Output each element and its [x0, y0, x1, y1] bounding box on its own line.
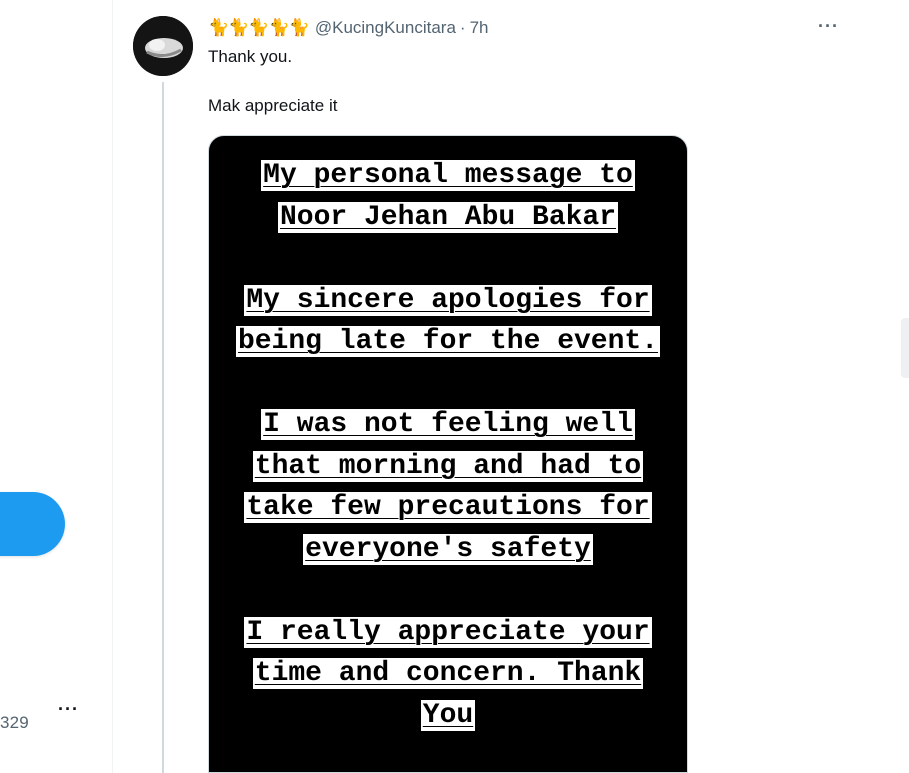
- image-text-block: My personal message to Noor Jehan Abu Ba…: [209, 155, 687, 736]
- image-text-line: I really appreciate your: [244, 616, 652, 648]
- right-column-edge: [862, 0, 909, 773]
- image-text-line: Noor Jehan Abu Bakar: [277, 201, 619, 233]
- image-text-line: take few precautions for: [244, 492, 652, 523]
- image-line-gap: [209, 363, 687, 405]
- image-text-line: everyone's safety: [303, 533, 593, 565]
- image-text-line: being late for the event.: [235, 326, 661, 357]
- user-handle[interactable]: @KucingKuncitara: [315, 18, 456, 38]
- scroll-marker: [901, 318, 909, 378]
- more-options-icon[interactable]: ···: [818, 16, 839, 37]
- image-text-line: You: [420, 699, 476, 731]
- image-text-line: My sincere apologies for: [244, 284, 652, 316]
- image-text-line: I was not feeling well: [261, 409, 635, 440]
- thread-line: [162, 82, 164, 773]
- avatar[interactable]: [133, 16, 193, 76]
- image-text-line: that morning and had to: [252, 450, 644, 482]
- image-text-line: time and concern. Thank: [252, 658, 644, 689]
- tweet-button[interactable]: [0, 492, 65, 556]
- tweet-text-line-1: Thank you.: [208, 47, 293, 66]
- tweet-header: 🐈🐈🐈🐈🐈 @KucingKuncitara · 7h: [208, 17, 489, 39]
- tweet-text-line-2: Mak appreciate it: [208, 96, 338, 115]
- display-name[interactable]: 🐈🐈🐈🐈🐈: [208, 18, 310, 38]
- separator-dot: ·: [459, 18, 466, 37]
- account-more-icon[interactable]: ···: [58, 699, 79, 720]
- image-text-line: My personal message to: [261, 160, 635, 191]
- image-line-gap: [209, 570, 687, 612]
- left-sidebar: 329 ···: [0, 0, 112, 773]
- profile-count: 329: [0, 713, 29, 732]
- tweet-image[interactable]: My personal message to Noor Jehan Abu Ba…: [208, 135, 688, 773]
- image-line-gap: [209, 238, 687, 280]
- tweet-timestamp[interactable]: 7h: [470, 18, 489, 38]
